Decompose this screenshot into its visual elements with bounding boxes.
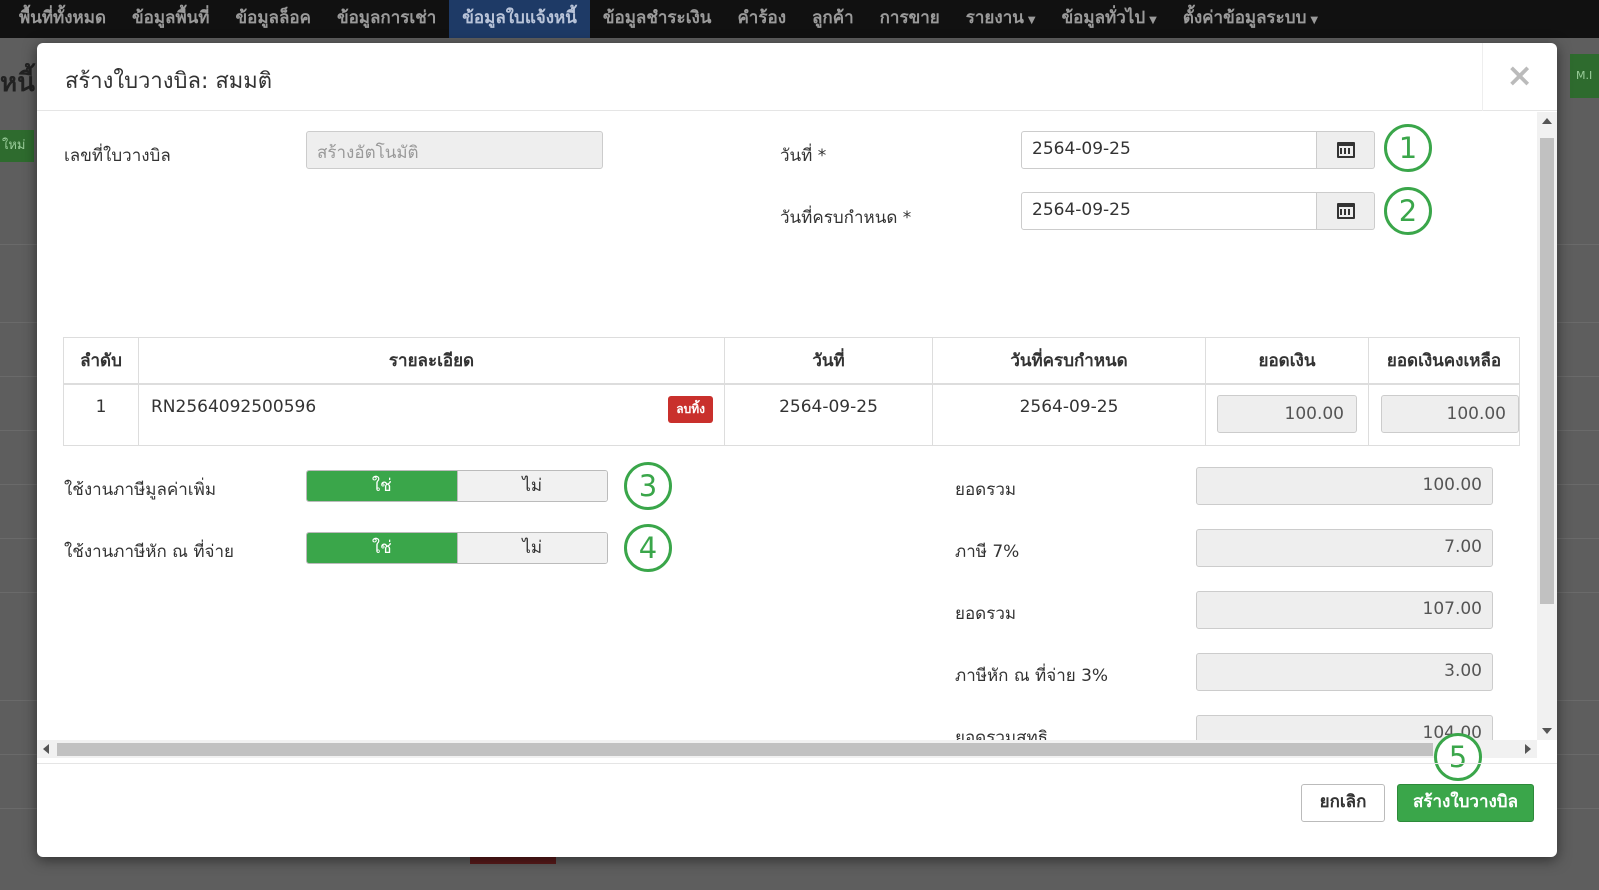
- col-header-detail: รายละเอียด: [138, 337, 725, 385]
- summary-wht-label: ภาษีหัก ณ ที่จ่าย 3%: [955, 666, 1109, 686]
- annotation-marker-1: 1: [1384, 124, 1432, 172]
- nav-item-lock-data[interactable]: ข้อมูลล็อค: [223, 0, 324, 38]
- caret-down-icon: ▼: [1027, 15, 1036, 26]
- vat-toggle: ใช่ ไม่: [306, 470, 608, 502]
- top-navbar: พื้นที่ทั้งหมด ข้อมูลพื้นที่ ข้อมูลล็อค …: [0, 0, 1599, 38]
- background-new-button: ใหม่: [0, 130, 34, 162]
- background-right-button: M.I: [1570, 54, 1599, 98]
- summary-wht-field[interactable]: 3.00: [1196, 653, 1493, 691]
- modal-body: เลขที่ใบวางบิล สร้างอัตโนมัติ วันที่ * 2…: [37, 112, 1537, 752]
- caret-down-icon: ▼: [1310, 15, 1319, 26]
- table-row: 1 RN2564092500596 ลบทิ้ง 2564-09-25 2564…: [63, 383, 1520, 446]
- cancel-button[interactable]: ยกเลิก: [1301, 784, 1385, 822]
- nav-item-invoice-data[interactable]: ข้อมูลใบแจ้งหนี้: [449, 0, 590, 38]
- nav-item-payment-data[interactable]: ข้อมูลชำระเงิน: [590, 0, 725, 38]
- nav-item-requests[interactable]: คำร้อง: [724, 0, 799, 38]
- date-calendar-button[interactable]: [1317, 131, 1375, 169]
- nav-item-rental-data[interactable]: ข้อมูลการเช่า: [324, 0, 449, 38]
- summary-subtotal-field[interactable]: 100.00: [1196, 467, 1493, 505]
- scroll-down-arrow-icon[interactable]: [1542, 728, 1552, 734]
- due-date-label: วันที่ครบกำหนด *: [780, 208, 912, 228]
- col-header-balance: ยอดเงินคงเหลือ: [1368, 337, 1520, 385]
- calendar-icon: [1336, 142, 1355, 158]
- wht-toggle: ใช่ ไม่: [306, 532, 608, 564]
- summary-total-field[interactable]: 107.00: [1196, 591, 1493, 629]
- summary-total-label: ยอดรวม: [955, 604, 1017, 624]
- row-amount-input[interactable]: 100.00: [1217, 394, 1357, 433]
- summary-vat-label: ภาษี 7%: [955, 542, 1020, 562]
- vat-yes-option[interactable]: ใช่: [307, 471, 457, 501]
- nav-item-reports[interactable]: รายงาน ▼: [953, 0, 1049, 38]
- annotation-marker-2: 2: [1384, 187, 1432, 235]
- vat-toggle-label: ใช้งานภาษีมูลค่าเพิ่ม: [64, 480, 217, 500]
- nav-item-general-label: ข้อมูลทั่วไป: [1061, 8, 1146, 28]
- create-billing-modal: สร้างใบวางบิล: สมมติ × เลขที่ใบวางบิล สร…: [37, 43, 1557, 857]
- scroll-right-arrow-icon[interactable]: [1525, 744, 1531, 754]
- scroll-left-arrow-icon[interactable]: [43, 744, 49, 754]
- nav-item-all-areas[interactable]: พื้นที่ทั้งหมด: [6, 0, 119, 38]
- caret-down-icon: ▼: [1149, 15, 1157, 26]
- nav-item-settings-label: ตั้งค่าข้อมูลระบบ: [1182, 8, 1307, 28]
- horizontal-scrollbar[interactable]: [37, 740, 1537, 758]
- nav-item-settings[interactable]: ตั้งค่าข้อมูลระบบ ▼: [1170, 0, 1331, 38]
- date-input[interactable]: 2564-09-25: [1021, 131, 1317, 169]
- modal-header: สร้างใบวางบิล: สมมติ ×: [37, 43, 1557, 111]
- modal-footer: ยกเลิก สร้างใบวางบิล: [37, 763, 1557, 857]
- scroll-up-arrow-icon[interactable]: [1542, 118, 1552, 124]
- background-page-title: หนี้: [0, 68, 35, 98]
- summary-subtotal-label: ยอดรวม: [955, 480, 1017, 500]
- due-date-calendar-button[interactable]: [1317, 192, 1375, 230]
- row-detail-text: RN2564092500596: [151, 396, 317, 417]
- nav-item-sales[interactable]: การขาย: [867, 0, 953, 38]
- vertical-scroll-thumb[interactable]: [1540, 138, 1554, 604]
- bill-no-input[interactable]: สร้างอัตโนมัติ: [306, 131, 603, 169]
- delete-row-button[interactable]: ลบทิ้ง: [668, 395, 713, 423]
- annotation-marker-4: 4: [624, 524, 672, 572]
- row-amount-cell: 100.00: [1205, 383, 1369, 446]
- annotation-marker-3: 3: [624, 462, 672, 510]
- header-divider: [1482, 43, 1483, 111]
- row-date-cell: 2564-09-25: [724, 383, 933, 446]
- summary-vat-field[interactable]: 7.00: [1196, 529, 1493, 567]
- row-no-cell: 1: [63, 383, 139, 446]
- row-due-date-cell: 2564-09-25: [932, 383, 1206, 446]
- row-detail-cell: RN2564092500596 ลบทิ้ง: [138, 383, 725, 446]
- col-header-due-date: วันที่ครบกำหนด: [932, 337, 1206, 385]
- col-header-no: ลำดับ: [63, 337, 139, 385]
- date-label: วันที่ *: [780, 146, 827, 166]
- col-header-amount: ยอดเงิน: [1205, 337, 1369, 385]
- wht-yes-option[interactable]: ใช่: [307, 533, 457, 563]
- table-header-row: ลำดับ รายละเอียด วันที่ วันที่ครบกำหนด ย…: [63, 337, 1520, 385]
- invoice-table: ลำดับ รายละเอียด วันที่ วันที่ครบกำหนด ย…: [63, 337, 1520, 446]
- vat-no-option[interactable]: ไม่: [456, 471, 607, 501]
- due-date-input[interactable]: 2564-09-25: [1021, 192, 1317, 230]
- create-billing-button[interactable]: สร้างใบวางบิล: [1397, 784, 1534, 822]
- calendar-icon: [1336, 203, 1355, 219]
- nav-item-general[interactable]: ข้อมูลทั่วไป ▼: [1049, 0, 1170, 38]
- nav-item-reports-label: รายงาน: [965, 8, 1024, 28]
- wht-toggle-label: ใช้งานภาษีหัก ณ ที่จ่าย: [64, 542, 235, 562]
- wht-no-option[interactable]: ไม่: [456, 533, 607, 563]
- bill-no-label: เลขที่ใบวางบิล: [64, 146, 171, 166]
- col-header-date: วันที่: [724, 337, 933, 385]
- modal-title: สร้างใบวางบิล: สมมติ: [65, 69, 273, 94]
- row-balance-cell: 100.00: [1368, 383, 1520, 446]
- horizontal-scroll-thumb[interactable]: [57, 743, 1433, 756]
- row-balance-input[interactable]: 100.00: [1381, 394, 1519, 433]
- close-icon[interactable]: ×: [1506, 57, 1533, 93]
- vertical-scrollbar[interactable]: [1537, 112, 1557, 740]
- nav-item-customers[interactable]: ลูกค้า: [799, 0, 867, 38]
- nav-item-area-data[interactable]: ข้อมูลพื้นที่: [119, 0, 223, 38]
